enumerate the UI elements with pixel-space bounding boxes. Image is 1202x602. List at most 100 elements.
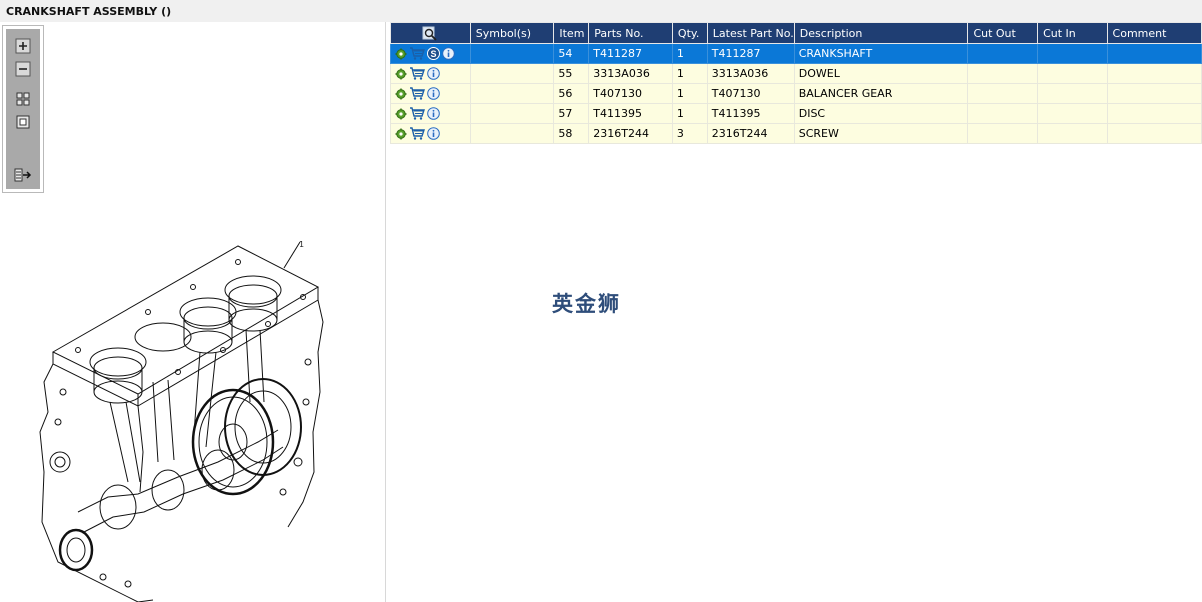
cut-in-cell bbox=[1037, 43, 1108, 64]
row-actions bbox=[390, 63, 471, 84]
column-header-description[interactable]: Description bbox=[793, 22, 969, 44]
engine-block-drawing bbox=[39, 241, 324, 602]
actual-size-button[interactable] bbox=[14, 113, 32, 131]
column-header-cut-out[interactable]: Cut Out bbox=[967, 22, 1039, 44]
cut-out-cell bbox=[967, 83, 1039, 104]
comment-cell bbox=[1106, 83, 1202, 104]
window-title: CRANKSHAFT ASSEMBLY () bbox=[6, 5, 172, 18]
zoom-out-button[interactable] bbox=[14, 60, 32, 78]
description-cell: CRANKSHAFT bbox=[793, 43, 969, 64]
row-actions: S bbox=[390, 43, 471, 64]
cart-icon[interactable] bbox=[409, 87, 425, 100]
cut-in-cell bbox=[1037, 83, 1108, 104]
table-row[interactable]: 55 3313A036 1 3313A036 DOWEL bbox=[390, 63, 1202, 84]
parts-list-pane: Symbol(s) Item Parts No. Qty. Latest Par… bbox=[390, 22, 1202, 602]
row-actions bbox=[390, 123, 471, 144]
description-cell: BALANCER GEAR bbox=[793, 83, 969, 104]
parts-table: Symbol(s) Item Parts No. Qty. Latest Par… bbox=[390, 22, 1202, 144]
zoom-in-button[interactable] bbox=[14, 37, 32, 55]
column-header-cut-in[interactable]: Cut In bbox=[1037, 22, 1108, 44]
latest-part-no-cell: T407130 bbox=[706, 83, 795, 104]
description-cell: DOWEL bbox=[793, 63, 969, 84]
qty-cell: 1 bbox=[671, 43, 708, 64]
description-cell: SCREW bbox=[793, 123, 969, 144]
symbols-cell bbox=[469, 123, 555, 144]
part-no-cell: 3313A036 bbox=[588, 63, 673, 84]
cut-out-cell bbox=[967, 43, 1039, 64]
info-icon[interactable] bbox=[427, 107, 440, 121]
gear-icon[interactable] bbox=[395, 128, 407, 140]
column-header-qty[interactable]: Qty. bbox=[671, 22, 708, 44]
table-row[interactable]: 58 2316T244 3 2316T244 SCREW bbox=[390, 123, 1202, 144]
actual-size-icon bbox=[16, 115, 30, 129]
export-icon bbox=[14, 168, 32, 182]
item-cell: 56 bbox=[553, 83, 590, 104]
qty-cell: 1 bbox=[671, 83, 708, 104]
comment-cell bbox=[1106, 103, 1202, 124]
gear-icon[interactable] bbox=[395, 68, 407, 80]
s-badge-icon[interactable]: S bbox=[427, 47, 440, 61]
info-icon[interactable] bbox=[427, 87, 440, 101]
search-parts-icon bbox=[422, 26, 438, 41]
diagram-pane[interactable]: 1 bbox=[0, 22, 386, 602]
gear-icon[interactable] bbox=[395, 48, 407, 60]
latest-part-no-cell: 3313A036 bbox=[706, 63, 795, 84]
cut-out-cell bbox=[967, 103, 1039, 124]
svg-text:S: S bbox=[430, 49, 436, 59]
qty-cell: 1 bbox=[671, 103, 708, 124]
column-header-parts-no[interactable]: Parts No. bbox=[588, 22, 673, 44]
gear-icon[interactable] bbox=[395, 88, 407, 100]
title-bar: CRANKSHAFT ASSEMBLY () bbox=[0, 0, 1202, 22]
cart-icon[interactable] bbox=[409, 47, 425, 60]
column-header-comment[interactable]: Comment bbox=[1106, 22, 1202, 44]
symbols-cell bbox=[469, 83, 555, 104]
cut-in-cell bbox=[1037, 63, 1108, 84]
zoom-in-icon bbox=[15, 38, 31, 54]
table-row[interactable]: 56 T407130 1 T407130 BALANCER GEAR bbox=[390, 83, 1202, 104]
cut-in-cell bbox=[1037, 123, 1108, 144]
part-no-cell: T407130 bbox=[588, 83, 673, 104]
search-parts-header[interactable] bbox=[390, 22, 471, 44]
info-icon[interactable] bbox=[427, 127, 440, 141]
comment-cell bbox=[1106, 123, 1202, 144]
part-no-cell: T411395 bbox=[588, 103, 673, 124]
export-button[interactable] bbox=[14, 166, 32, 184]
info-icon[interactable] bbox=[427, 67, 440, 81]
qty-cell: 3 bbox=[671, 123, 708, 144]
latest-part-no-cell: 2316T244 bbox=[706, 123, 795, 144]
column-header-item[interactable]: Item bbox=[553, 22, 590, 44]
description-cell: DISC bbox=[793, 103, 969, 124]
row-actions bbox=[390, 103, 471, 124]
table-header-row: Symbol(s) Item Parts No. Qty. Latest Par… bbox=[390, 22, 1202, 44]
latest-part-no-cell: T411287 bbox=[706, 43, 795, 64]
part-no-cell: T411287 bbox=[588, 43, 673, 64]
fit-page-button[interactable] bbox=[14, 90, 32, 108]
gear-icon[interactable] bbox=[395, 108, 407, 120]
cart-icon[interactable] bbox=[409, 127, 425, 140]
symbols-cell bbox=[469, 103, 555, 124]
cart-icon[interactable] bbox=[409, 67, 425, 80]
cut-out-cell bbox=[967, 123, 1039, 144]
cut-out-cell bbox=[967, 63, 1039, 84]
fit-grid-icon bbox=[16, 92, 30, 106]
symbols-cell bbox=[469, 43, 555, 64]
diagram-toolbox bbox=[2, 25, 44, 193]
qty-cell: 1 bbox=[671, 63, 708, 84]
latest-part-no-cell: T411395 bbox=[706, 103, 795, 124]
item-cell: 57 bbox=[553, 103, 590, 124]
item-cell: 54 bbox=[553, 43, 590, 64]
part-no-cell: 2316T244 bbox=[588, 123, 673, 144]
comment-cell bbox=[1106, 63, 1202, 84]
row-actions bbox=[390, 83, 471, 104]
symbols-cell bbox=[469, 63, 555, 84]
watermark-text: 英金狮 bbox=[552, 292, 621, 316]
info-icon[interactable] bbox=[442, 47, 455, 61]
item-cell: 58 bbox=[553, 123, 590, 144]
table-row[interactable]: S 54 T411287 1 T411287 CRANKSHAFT bbox=[390, 43, 1202, 64]
table-row[interactable]: 57 T411395 1 T411395 DISC bbox=[390, 103, 1202, 124]
toolbox-panel bbox=[6, 29, 40, 189]
column-header-symbols[interactable]: Symbol(s) bbox=[469, 22, 555, 44]
cart-icon[interactable] bbox=[409, 107, 425, 120]
zoom-out-icon bbox=[15, 61, 31, 77]
column-header-latest-part-no[interactable]: Latest Part No. bbox=[706, 22, 795, 44]
